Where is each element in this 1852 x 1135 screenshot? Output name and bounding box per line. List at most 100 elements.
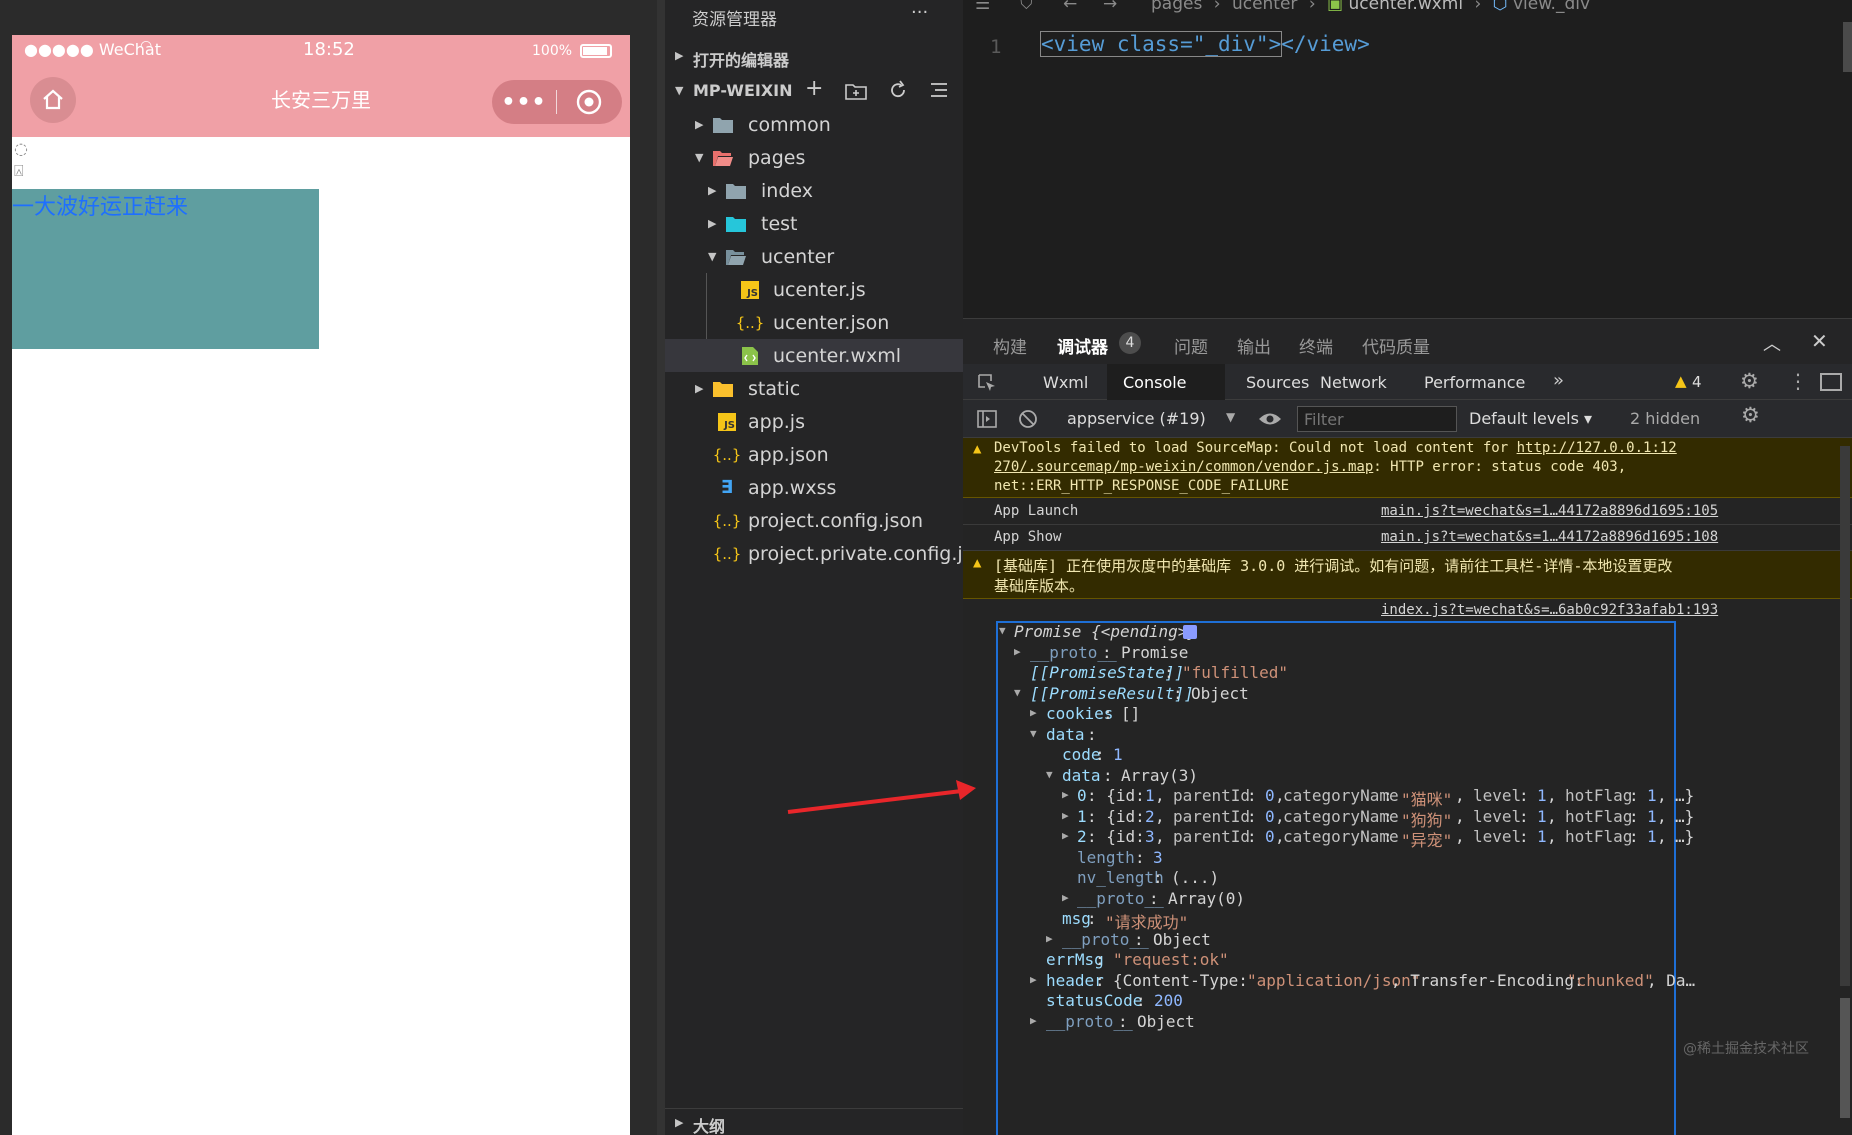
tree-item-project-private-config[interactable]: {..} project.private.config.js... <box>665 537 991 570</box>
folder-test-icon <box>726 215 746 233</box>
folder-open-icon <box>726 248 746 266</box>
project-label: MP-WEIXIN <box>693 81 793 100</box>
sourcemap-link-cont[interactable]: 270/.sourcemap/mp-weixin/common/vendor.j… <box>994 459 1373 475</box>
watermark: @稀土掘金技术社区 <box>1683 1041 1809 1057</box>
console-warning: ▲ DevTools failed to load SourceMap: Cou… <box>963 438 1852 498</box>
panel-splitter[interactable] <box>657 0 665 1135</box>
chevron-right-icon: ▶ <box>695 118 704 131</box>
capsule-buttons: ••• <box>492 80 622 124</box>
chevron-down-icon: ▼ <box>695 151 704 164</box>
new-folder-icon[interactable] <box>845 82 867 100</box>
breadcrumb: pages › ucenter › ▣ ucenter.wxml › ⬡ vie… <box>1151 0 1590 14</box>
info-icon[interactable] <box>1183 625 1197 639</box>
back-arrow-icon[interactable]: ← <box>1063 0 1077 14</box>
tree-item-static[interactable]: ▶ static <box>665 372 963 405</box>
chevron-down-icon: ▼ <box>708 250 717 263</box>
source-link[interactable]: main.js?t=wechat&s=1…44172a8896d1695:105 <box>1381 503 1718 519</box>
gear-icon[interactable]: ⚙ <box>1740 369 1759 393</box>
tree-item-app-wxss[interactable]: ∃ app.wxss <box>665 471 963 504</box>
wxml-file-icon: ▣ <box>1327 0 1344 14</box>
breadcrumb-item[interactable]: ucenter <box>1232 0 1297 14</box>
js-file-icon: JS <box>717 412 737 431</box>
breadcrumb-item[interactable]: view._div <box>1513 0 1590 14</box>
console-scrollbar[interactable] <box>1840 446 1850 986</box>
open-editors-section[interactable]: ▶ 打开的编辑器 <box>665 43 963 73</box>
tab-build[interactable]: 构建 <box>993 333 1027 358</box>
inspect-element-icon[interactable] <box>977 373 997 393</box>
tab-sources[interactable]: Sources <box>1246 373 1309 392</box>
expand-arrow-icon: ▼ <box>999 624 1006 637</box>
console-scrollbar-thumb[interactable] <box>1840 998 1850 1118</box>
kebab-menu-icon[interactable]: ⋮ <box>1788 369 1808 393</box>
explorer-header: 资源管理器 <box>692 10 777 30</box>
warning-count[interactable]: 4 <box>1692 373 1702 391</box>
close-icon[interactable]: ✕ <box>1811 329 1828 353</box>
tree-item-ucenter[interactable]: ▼ ucenter <box>665 240 963 273</box>
tab-console[interactable]: Console <box>1123 373 1187 392</box>
folder-icon <box>713 116 733 134</box>
tree-item-index[interactable]: ▶ index <box>665 174 963 207</box>
tree-item-test[interactable]: ▶ test <box>665 207 963 240</box>
eye-icon[interactable] <box>1258 411 1282 427</box>
div-block: 一大波好运正赶来 <box>12 189 319 349</box>
warning-icon: ▲ <box>973 555 982 571</box>
source-link[interactable]: index.js?t=wechat&s=…6ab0c92f33afab1:193 <box>1381 602 1718 618</box>
sourcemap-link[interactable]: http://127.0.0.1:12 <box>1517 440 1677 456</box>
context-select[interactable]: appservice (#19) <box>1067 409 1206 428</box>
more-menu-icon[interactable]: ••• <box>492 90 556 115</box>
undock-icon[interactable] <box>1820 373 1842 391</box>
console-log-row: App Launch main.js?t=wechat&s=1…44172a88… <box>963 499 1852 525</box>
breadcrumb-item[interactable]: pages <box>1151 0 1202 14</box>
bookmark-icon[interactable]: ⛉ <box>1020 0 1033 14</box>
tree-item-ucenter-wxml[interactable]: ucenter.wxml <box>665 339 963 372</box>
console-warning: ▲ [基础库] 正在使用灰度中的基础库 3.0.0 进行调试。如有问题，请前往工… <box>963 551 1852 599</box>
filter-input[interactable] <box>1297 406 1457 432</box>
outline-label: 大纲 <box>693 1117 726 1135</box>
tab-network[interactable]: Network <box>1320 373 1387 392</box>
chevron-up-icon[interactable]: ︿ <box>1763 330 1781 356</box>
editor-scrollbar[interactable] <box>1843 22 1852 72</box>
tree-item-pages[interactable]: ▼ pages <box>665 141 963 174</box>
project-section[interactable]: ▼ MP-WEIXIN + <box>665 76 963 106</box>
console-settings-gear-icon[interactable]: ⚙ <box>1741 403 1760 427</box>
list-icon[interactable]: ☰ <box>975 0 990 14</box>
source-link[interactable]: main.js?t=wechat&s=1…44172a8896d1695:108 <box>1381 529 1718 545</box>
explorer-panel: 资源管理器 ··· ▶ 打开的编辑器 ▼ MP-WEIXIN + ▶ commo… <box>665 0 991 1135</box>
tab-problems[interactable]: 问题 <box>1174 333 1208 358</box>
console-toolbar: appservice (#19) ▼ Default levels ▾ 2 hi… <box>963 400 1852 438</box>
log-levels-select[interactable]: Default levels ▾ <box>1469 409 1592 428</box>
explorer-more-button[interactable]: ··· <box>911 2 928 23</box>
hidden-count: 2 hidden <box>1630 409 1701 428</box>
tree-item-app-js[interactable]: JS app.js <box>665 405 963 438</box>
sidebar-toggle-icon[interactable] <box>977 409 997 429</box>
chevron-down-icon[interactable]: ▼ <box>1226 410 1235 424</box>
tab-wxml[interactable]: Wxml <box>1043 373 1088 392</box>
tree-item-project-config[interactable]: {..} project.config.json <box>665 504 963 537</box>
tree-item-ucenter-json[interactable]: {..} ucenter.json <box>665 306 963 339</box>
collapse-all-icon[interactable] <box>929 81 949 99</box>
tab-debugger[interactable]: 调试器 <box>1057 333 1108 358</box>
clear-console-icon[interactable] <box>1018 409 1038 429</box>
code-line[interactable]: <view class="_div"></view> <box>1039 31 1370 57</box>
tab-output[interactable]: 输出 <box>1237 333 1271 358</box>
tree-item-common[interactable]: ▶ common <box>665 108 963 141</box>
tree-item-ucenter-js[interactable]: JS ucenter.js <box>665 273 963 306</box>
tab-code-quality[interactable]: 代码质量 <box>1362 333 1430 358</box>
battery-percent: 100% <box>532 43 573 59</box>
tab-terminal[interactable]: 终端 <box>1299 333 1333 358</box>
tab-performance[interactable]: Performance <box>1424 373 1525 392</box>
code-close-tag: </view> <box>1281 32 1370 56</box>
outline-section[interactable]: ▶ 大纲 <box>665 1108 963 1135</box>
forward-arrow-icon[interactable]: → <box>1103 0 1117 14</box>
chevron-right-icon: ▶ <box>708 217 717 230</box>
chevron-down-icon: ▼ <box>675 84 684 97</box>
more-tabs-button[interactable]: » <box>1553 370 1564 391</box>
devtools-panel: 构建 调试器 4 问题 输出 终端 代码质量 ︿ ✕ Wxml Console … <box>963 318 1852 1135</box>
new-file-icon[interactable]: + <box>805 76 823 101</box>
breadcrumb-item[interactable]: ucenter.wxml <box>1349 0 1464 14</box>
refresh-icon[interactable] <box>888 80 908 100</box>
tree-item-app-json[interactable]: {..} app.json <box>665 438 963 471</box>
close-miniprogram-icon[interactable] <box>557 89 621 115</box>
apple-icon: ◌ <box>14 139 28 158</box>
phone-status-bar: ●●●●● WeChat ◠ 18:52 100% <box>12 35 630 67</box>
